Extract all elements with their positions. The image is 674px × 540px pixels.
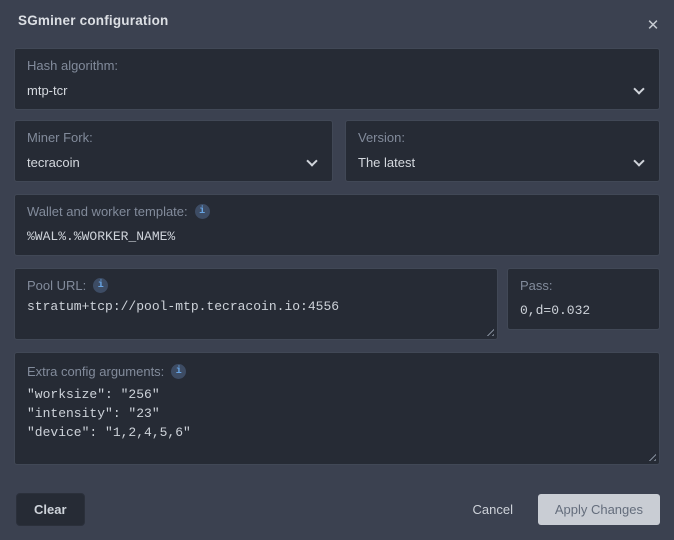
pool-url-label: Pool URL: (27, 278, 86, 293)
resize-handle-icon[interactable] (484, 326, 494, 336)
pool-url-field: Pool URL: i stratum+tcp://pool-mtp.tecra… (14, 268, 498, 340)
version-value: The latest (358, 155, 415, 170)
info-icon[interactable]: i (195, 204, 210, 219)
clear-button[interactable]: Clear (16, 493, 85, 526)
wallet-template-field: Wallet and worker template: i (14, 194, 660, 256)
miner-fork-value: tecracoin (27, 155, 80, 170)
dialog-title: SGminer configuration (18, 13, 168, 28)
wallet-template-input[interactable] (27, 226, 647, 246)
chevron-down-icon (633, 83, 644, 94)
pass-input[interactable] (520, 300, 647, 320)
cancel-button[interactable]: Cancel (469, 494, 517, 525)
apply-changes-button[interactable]: Apply Changes (538, 494, 660, 525)
info-icon[interactable]: i (171, 364, 186, 379)
close-icon[interactable]: ✕ (642, 15, 664, 37)
extra-config-textarea[interactable]: "worksize": "256" "intensity": "23" "dev… (27, 385, 647, 458)
resize-handle-icon[interactable] (646, 451, 656, 461)
pool-url-textarea[interactable]: stratum+tcp://pool-mtp.tecracoin.io:4556 (27, 297, 485, 333)
hash-algorithm-select[interactable]: Hash algorithm: mtp-tcr (14, 48, 660, 110)
info-icon[interactable]: i (93, 278, 108, 293)
pass-field: Pass: (507, 268, 660, 330)
miner-fork-label: Miner Fork: (27, 130, 93, 145)
version-label: Version: (358, 130, 405, 145)
hash-algorithm-value: mtp-tcr (27, 83, 67, 98)
hash-algorithm-label: Hash algorithm: (27, 58, 118, 73)
version-select[interactable]: Version: The latest (345, 120, 660, 182)
chevron-down-icon (633, 155, 644, 166)
extra-config-label: Extra config arguments: (27, 364, 164, 379)
pass-label: Pass: (520, 278, 553, 293)
wallet-template-label: Wallet and worker template: (27, 204, 188, 219)
extra-config-field: Extra config arguments: i "worksize": "2… (14, 352, 660, 465)
sgminer-configuration-dialog: SGminer configuration ✕ Hash algorithm: … (0, 0, 674, 540)
miner-fork-select[interactable]: Miner Fork: tecracoin (14, 120, 333, 182)
chevron-down-icon (306, 155, 317, 166)
